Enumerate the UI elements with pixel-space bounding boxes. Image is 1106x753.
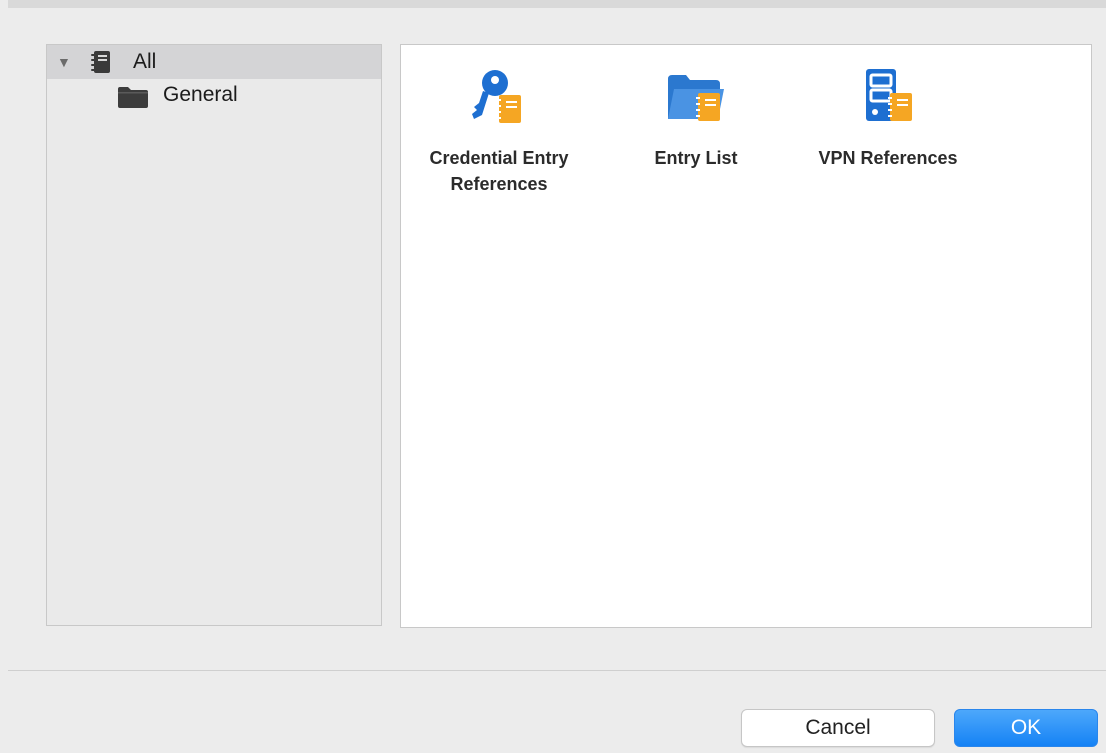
ok-button[interactable]: OK	[954, 709, 1098, 747]
folder-icon	[118, 87, 148, 108]
tree-label-all: All	[133, 50, 157, 73]
folder-tree[interactable]: ▼ All General	[46, 44, 382, 626]
disclosure-triangle-icon[interactable]: ▼	[57, 54, 71, 70]
item-label-line1: Entry List	[654, 148, 738, 168]
vault-icon	[91, 51, 110, 73]
item-label-line1: VPN References	[818, 148, 958, 168]
tree-item-all[interactable]: ▼ All	[47, 45, 381, 79]
tree-item-general[interactable]: General	[47, 79, 381, 113]
item-credential-entry-references[interactable]: Credential Entry References	[409, 67, 589, 197]
cancel-button[interactable]: Cancel	[741, 709, 935, 747]
item-label-line2: References	[450, 174, 548, 194]
entry-type-grid: Credential Entry References Entry List V…	[400, 44, 1092, 628]
key-document-icon	[472, 70, 521, 123]
item-entry-list[interactable]: Entry List	[606, 67, 786, 171]
dialog-top-edge	[8, 0, 1106, 8]
item-label-line1: Credential Entry	[429, 148, 569, 168]
folder-document-icon	[668, 75, 724, 121]
tree-label-general: General	[163, 83, 238, 106]
item-vpn-references[interactable]: VPN References	[798, 67, 978, 171]
server-document-icon	[866, 69, 912, 121]
dialog-footer	[8, 671, 1106, 753]
